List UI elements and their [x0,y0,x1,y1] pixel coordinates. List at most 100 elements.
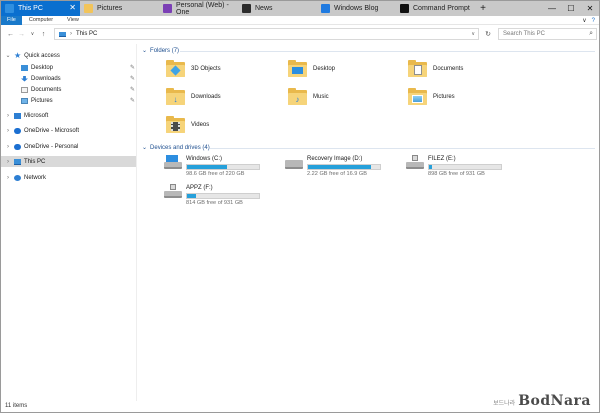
chevron-down-icon: ⌄ [142,145,148,151]
pin-icon[interactable]: ✎ [130,86,135,93]
drive-label: Windows (C:) [186,156,223,162]
chevron-right-icon[interactable]: › [5,144,11,150]
usb-drive-icon [406,155,424,171]
sidebar-item-onedrive-microsoft[interactable]: › OneDrive - Microsoft [5,125,135,136]
sidebar-item-onedrive-personal[interactable]: › OneDrive - Personal [5,141,135,152]
chevron-right-icon[interactable]: › [5,128,11,134]
sidebar-item-documents[interactable]: Documents ✎ [21,84,135,95]
search-placeholder: Search This PC [503,31,545,37]
recent-locations-button[interactable]: ∨ [27,28,38,40]
refresh-button[interactable]: ↻ [482,28,494,40]
sidebar-item-this-pc[interactable]: › This PC [1,156,136,167]
ribbon-tab-view[interactable]: View [60,16,86,25]
tab-news[interactable]: News [238,1,317,16]
drive-usage-fill [187,165,227,169]
chevron-right-icon[interactable]: › [5,159,11,165]
tab-command-prompt[interactable]: Command Prompt [396,1,475,16]
folder-label: Music [313,93,329,100]
drive-windows-c[interactable]: Windows (C:) 98.6 GB free of 220 GB [164,155,260,177]
tab-pictures[interactable]: Pictures [80,1,159,16]
monitor-icon [59,31,66,37]
pin-icon[interactable]: ✎ [130,97,135,104]
group-label: Folders (7) [150,47,180,54]
sidebar-item-label: Desktop [31,64,54,71]
folder-desktop[interactable]: Desktop [288,60,335,77]
address-dropdown-icon[interactable]: ∨ [471,31,475,37]
tab-label: This PC [18,5,43,12]
group-label: Devices and drives (4) [150,144,210,151]
folder-label: Downloads [191,93,221,100]
folder-documents[interactable]: Documents [408,60,463,77]
drive-usage-fill [429,165,432,169]
tab-onedrive-personal[interactable]: Personal (Web) - One [159,1,238,16]
drives-group-header[interactable]: ⌄ Devices and drives (4) [142,144,210,152]
up-button[interactable]: ↑ [38,28,49,40]
folder-downloads[interactable]: ↓ Downloads [166,88,221,105]
folder-label: Documents [433,65,464,72]
cloud-icon [14,127,21,134]
sidebar-item-desktop[interactable]: Desktop ✎ [21,62,135,73]
search-input[interactable]: Search This PC ⌕ [498,28,597,40]
search-icon: ⌕ [589,30,593,37]
drive-recovery-d[interactable]: Recovery Image (D:) 2.22 GB free of 16.9… [285,155,381,177]
sidebar-item-quick-access[interactable]: ⌄ ★ Quick access [5,50,135,61]
minimize-button[interactable]: — [543,1,561,16]
sidebar-item-downloads[interactable]: Downloads ✎ [21,73,135,84]
star-icon: ★ [14,51,22,60]
sidebar-item-pictures[interactable]: Pictures ✎ [21,95,135,106]
maximize-button[interactable]: ☐ [562,1,580,16]
cloud-icon [14,143,21,150]
forward-button[interactable]: → [16,28,27,40]
folder-pictures[interactable]: Pictures [408,88,455,105]
news-icon [242,4,251,13]
drive-icon [285,155,303,171]
drive-free-space: 2.22 GB free of 16.9 GB [307,171,368,177]
onenote-icon [163,4,172,13]
drive-filez-e[interactable]: FILEZ (E:) 898 GB free of 931 GB [406,155,502,177]
monitor-icon [14,158,21,165]
ribbon-tab-computer[interactable]: Computer [22,16,60,25]
pin-icon[interactable]: ✎ [130,64,135,71]
tab-windows-blog[interactable]: Windows Blog [317,1,396,16]
folder-music[interactable]: ♪ Music [288,88,329,105]
chevron-right-icon[interactable]: › [5,113,11,119]
sidebar-item-label: Microsoft [24,112,49,119]
sidebar-item-label: OneDrive - Personal [24,143,79,150]
sidebar-item-label: Network [24,174,47,181]
document-icon [408,60,427,77]
group-divider [210,148,595,149]
chevron-right-icon[interactable]: › [5,175,11,181]
help-icon[interactable]: ? [592,18,595,24]
status-item-count: 11 items [5,403,28,409]
drive-usage-bar [186,164,260,170]
windows-logo-icon [321,4,330,13]
breadcrumb[interactable]: This PC [76,31,97,37]
picture-icon [408,88,427,105]
tab-this-pc[interactable]: This PC ✕ [1,1,80,16]
pin-icon[interactable]: ✎ [130,75,135,82]
folder-3d-objects[interactable]: 3D Objects [166,60,221,77]
monitor-icon [5,4,14,13]
watermark-logo: 보드나라 BodNara [493,393,591,409]
folder-label: Pictures [433,93,455,100]
back-button[interactable]: ← [5,28,16,40]
close-window-button[interactable]: ✕ [581,1,599,16]
folders-group-header[interactable]: ⌄ Folders (7) [142,47,180,55]
watermark-logo-text: BodNara [518,393,591,409]
sidebar-item-label: Documents [31,86,62,93]
folder-videos[interactable]: Videos [166,116,209,133]
drive-appz-f[interactable]: APPZ (F:) 814 GB free of 931 GB [164,184,260,206]
tab-label: News [255,5,273,12]
new-tab-button[interactable]: + [475,1,491,16]
folder-label: Desktop [313,65,336,72]
sidebar-item-label: Downloads [31,75,61,82]
ribbon-tab-file[interactable]: File [1,15,22,25]
sidebar-item-network[interactable]: › Network [5,172,135,183]
download-arrow-icon: ↓ [166,88,185,105]
expand-ribbon-icon[interactable]: ∨ [582,17,586,24]
picture-icon [21,97,28,104]
close-tab-icon[interactable]: ✕ [69,4,76,12]
sidebar-item-microsoft[interactable]: › Microsoft [5,110,135,121]
chevron-down-icon[interactable]: ⌄ [5,52,11,59]
address-bar[interactable]: › This PC ∨ [54,28,479,40]
